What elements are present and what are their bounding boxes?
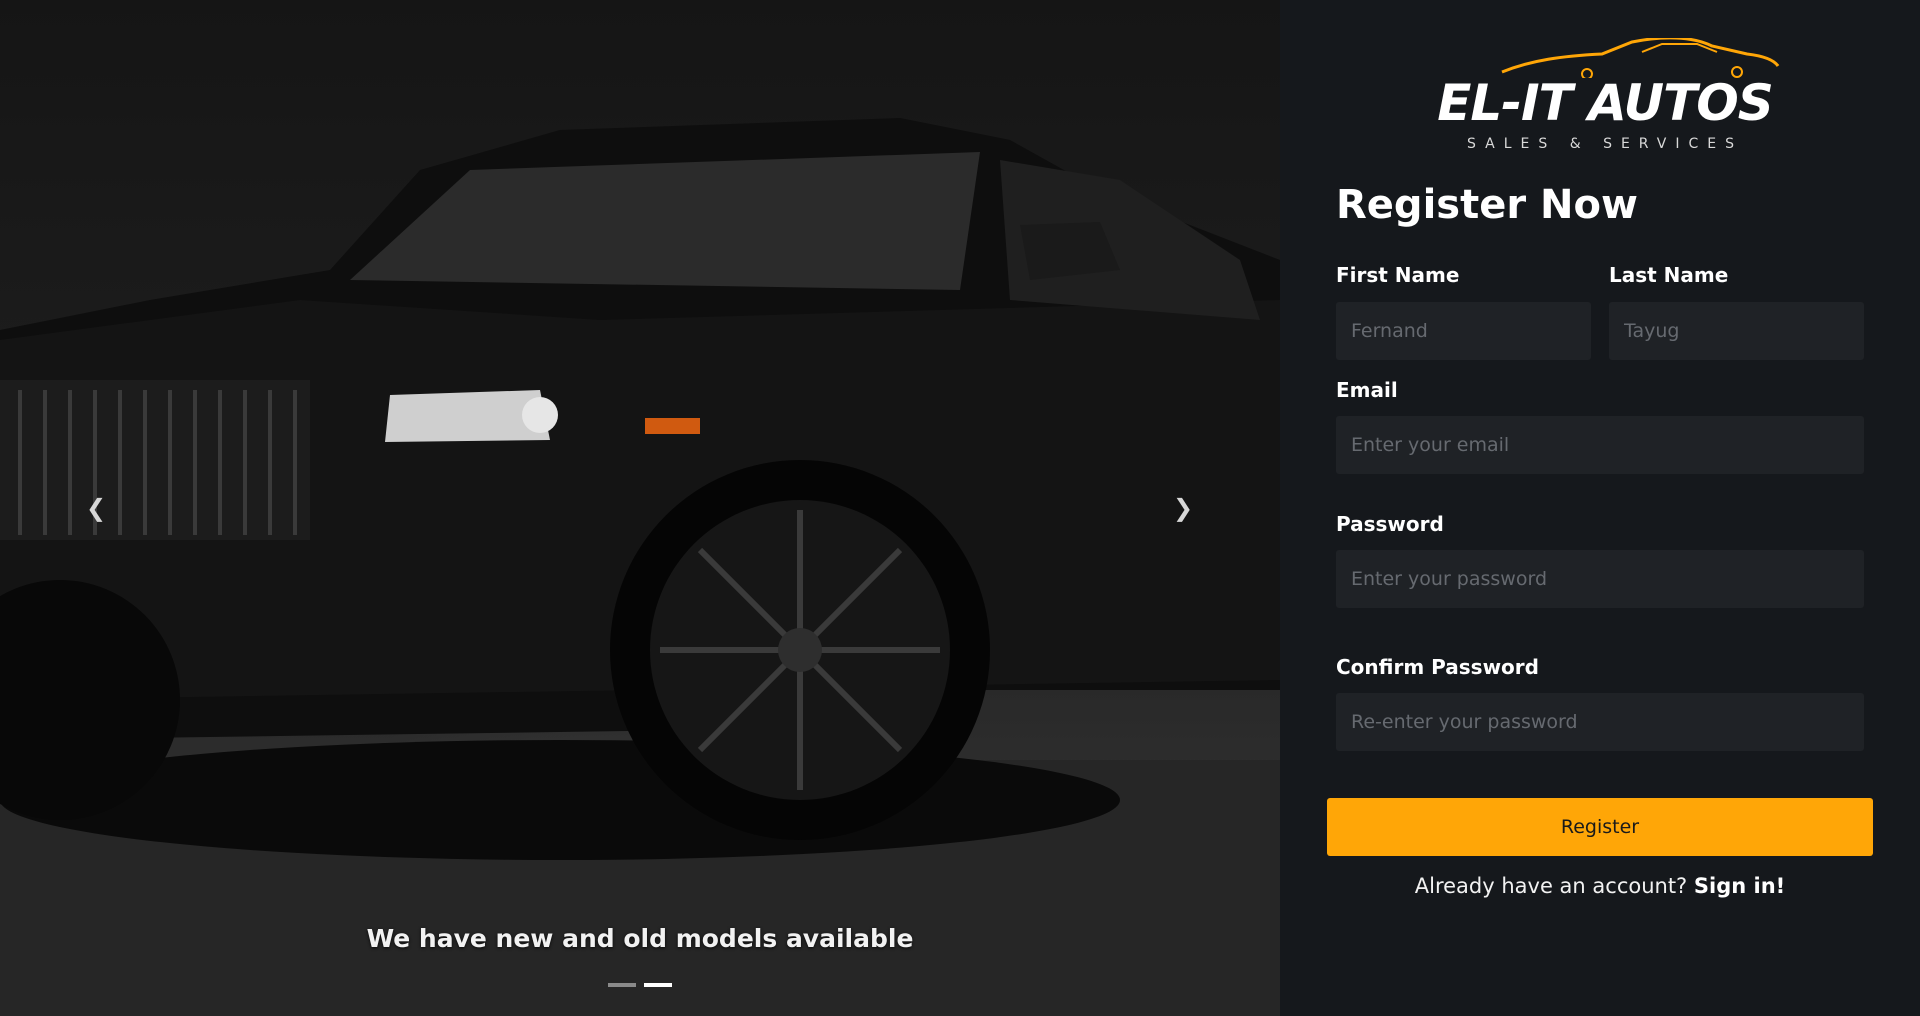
register-panel: EL-IT AUTOS SALES & SERVICES Register No… [1280, 0, 1920, 1016]
email-field[interactable] [1336, 416, 1864, 474]
password-field[interactable] [1336, 550, 1864, 608]
password-label: Password [1336, 512, 1444, 536]
last-name-label: Last Name [1609, 263, 1729, 287]
carousel-next-button[interactable]: ❯ [1163, 488, 1203, 528]
carousel-indicator-2[interactable] [644, 983, 672, 987]
brand-logo: EL-IT AUTOS SALES & SERVICES [1430, 38, 1780, 158]
signin-prompt-text: Already have an account? [1414, 874, 1688, 898]
first-name-label: First Name [1336, 263, 1460, 287]
email-label: Email [1336, 378, 1398, 402]
signin-link[interactable]: Sign in! [1694, 874, 1785, 898]
carousel-prev-button[interactable]: ❮ [76, 488, 116, 528]
brand-tagline: SALES & SERVICES [1467, 136, 1743, 152]
register-button[interactable]: Register [1327, 798, 1873, 856]
car-silhouette-icon [1501, 38, 1780, 78]
confirm-password-field[interactable] [1336, 693, 1864, 751]
hero-carousel: ❮ ❯ We have new and old models available [0, 0, 1280, 1016]
first-name-field[interactable] [1336, 302, 1591, 360]
chevron-left-icon: ❮ [85, 494, 107, 522]
carousel-indicators [0, 983, 1280, 987]
chevron-right-icon: ❯ [1172, 494, 1194, 522]
carousel-indicator-1[interactable] [608, 983, 636, 987]
carousel-caption: We have new and old models available [366, 924, 914, 953]
brand-name: EL-IT AUTOS [1437, 74, 1774, 132]
last-name-field[interactable] [1609, 302, 1864, 360]
car-image [0, 118, 1280, 1016]
signin-prompt: Already have an account? Sign in! [1280, 874, 1920, 898]
confirm-password-label: Confirm Password [1336, 655, 1539, 679]
page-title: Register Now [1336, 182, 1638, 228]
